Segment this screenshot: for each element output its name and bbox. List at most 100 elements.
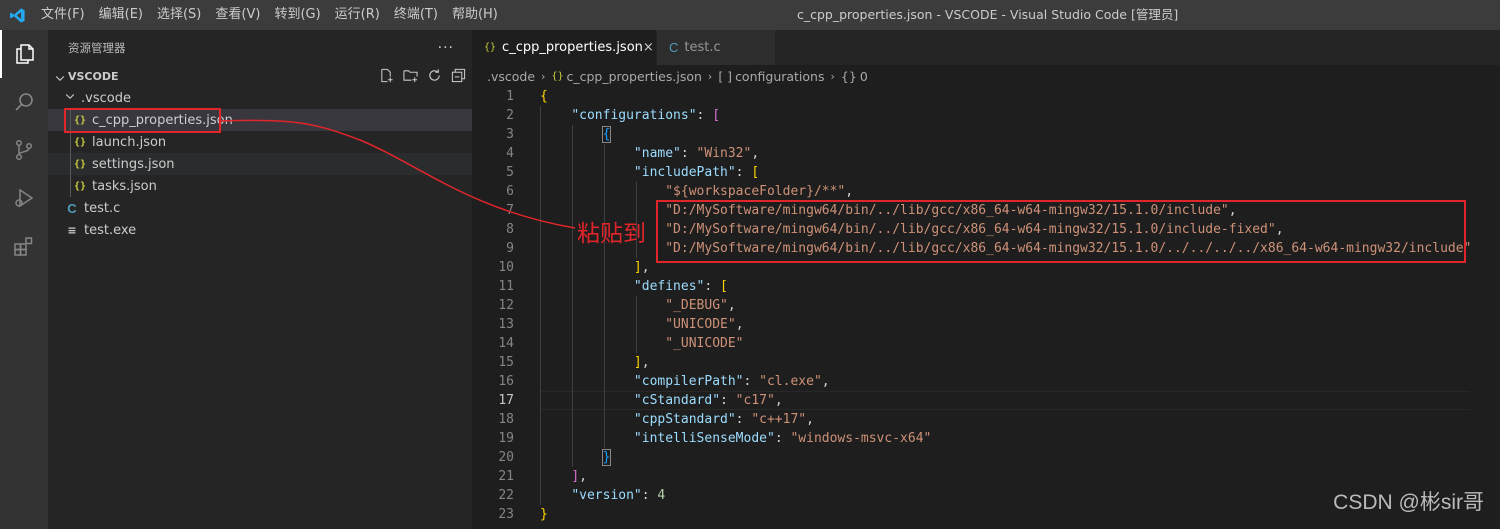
line-number: 6 bbox=[506, 184, 514, 199]
code-line: 21 ], bbox=[472, 467, 1500, 486]
line-number: 14 bbox=[498, 336, 514, 351]
breadcrumb-item[interactable]: .vscode bbox=[487, 69, 535, 84]
menu-go[interactable]: 转到(G) bbox=[267, 0, 327, 30]
indent-guide bbox=[70, 153, 71, 175]
code-line: 4 "name": "Win32", bbox=[472, 144, 1500, 163]
line-number: 22 bbox=[498, 488, 514, 503]
refresh-icon[interactable] bbox=[426, 67, 442, 83]
code-content: "includePath": [ bbox=[633, 165, 760, 180]
tree-folder-vscode[interactable]: .vscode bbox=[48, 87, 472, 109]
line-number: 18 bbox=[498, 412, 514, 427]
line-number: 10 bbox=[498, 260, 514, 275]
line-number: 19 bbox=[498, 431, 514, 446]
tab-label: c_cpp_properties.json bbox=[502, 40, 643, 55]
chevron-down-icon bbox=[54, 69, 66, 88]
c-file-icon: C bbox=[669, 40, 679, 55]
tree-item-label: launch.json bbox=[92, 134, 167, 150]
code-line: 2 "configurations": [ bbox=[472, 106, 1500, 125]
code-line: 5 "includePath": [ bbox=[472, 163, 1500, 182]
watermark: CSDN @彬sir哥 bbox=[1333, 491, 1484, 514]
activity-bar bbox=[0, 30, 48, 529]
indent-guide bbox=[70, 131, 71, 153]
menu-terminal[interactable]: 终端(T) bbox=[387, 0, 445, 30]
chevron-right-icon: › bbox=[707, 69, 713, 83]
collapse-all-icon[interactable] bbox=[450, 67, 466, 83]
search-icon[interactable] bbox=[0, 78, 48, 126]
code-content: "_DEBUG", bbox=[665, 298, 736, 313]
menu-edit[interactable]: 编辑(E) bbox=[92, 0, 150, 30]
tree-item-launch[interactable]: {} launch.json bbox=[48, 131, 472, 153]
explorer-icon[interactable] bbox=[0, 30, 48, 78]
breadcrumb-item[interactable]: 0 bbox=[860, 69, 868, 84]
line-number: 12 bbox=[498, 298, 514, 313]
chevron-right-icon: › bbox=[830, 69, 835, 83]
new-folder-icon[interactable] bbox=[402, 67, 418, 83]
tree-item-test-exe[interactable]: ≡ test.exe bbox=[48, 219, 472, 241]
new-file-icon[interactable] bbox=[378, 67, 394, 83]
line-number: 23 bbox=[498, 507, 514, 522]
line-number: 1 bbox=[506, 89, 514, 104]
annotation-label: 粘贴到 bbox=[577, 221, 646, 247]
annotation-paths-highlight bbox=[656, 200, 1466, 263]
tree-item-settings[interactable]: {} settings.json bbox=[48, 153, 472, 175]
code-line: 6 "${workspaceFolder}/**", bbox=[472, 182, 1500, 201]
tab-c-cpp-properties[interactable]: {} c_cpp_properties.json × bbox=[472, 30, 656, 65]
tree-item-tasks[interactable]: {} tasks.json bbox=[48, 175, 472, 197]
code-content: ], bbox=[571, 469, 587, 484]
code-line: 13 "UNICODE", bbox=[472, 315, 1500, 334]
line-number: 15 bbox=[498, 355, 514, 370]
code-editor[interactable]: 1{ 2 "configurations": [ 3 { 4 "name": "… bbox=[472, 87, 1500, 529]
line-number: 8 bbox=[506, 222, 514, 237]
section-actions bbox=[378, 67, 466, 83]
code-content: "configurations": [ bbox=[571, 108, 721, 123]
menu-view[interactable]: 查看(V) bbox=[208, 0, 267, 30]
breadcrumb-item[interactable]: configurations bbox=[735, 69, 824, 84]
code-line: 19 "intelliSenseMode": "windows-msvc-x64… bbox=[472, 429, 1500, 448]
tab-test-c[interactable]: C test.c bbox=[656, 30, 775, 65]
code-content: "intelliSenseMode": "windows-msvc-x64" bbox=[633, 431, 932, 446]
tree-item-label: test.exe bbox=[84, 222, 137, 238]
editor-tabs: {} c_cpp_properties.json × C test.c bbox=[472, 30, 1500, 65]
code-content: "version": 4 bbox=[571, 488, 666, 503]
line-number: 3 bbox=[506, 127, 514, 142]
line-number: 13 bbox=[498, 317, 514, 332]
chevron-down-icon bbox=[64, 90, 76, 106]
menu-file[interactable]: 文件(F) bbox=[34, 0, 92, 30]
line-number: 11 bbox=[498, 279, 514, 294]
more-actions-icon[interactable]: ··· bbox=[438, 40, 454, 56]
line-number: 9 bbox=[506, 241, 514, 256]
close-icon[interactable]: × bbox=[643, 40, 654, 55]
code-content: "_UNICODE" bbox=[665, 336, 744, 351]
code-content: "name": "Win32", bbox=[633, 146, 760, 161]
tree-item-test-c[interactable]: C test.c bbox=[48, 197, 472, 219]
run-debug-icon[interactable] bbox=[0, 174, 48, 222]
menu-run[interactable]: 运行(R) bbox=[328, 0, 387, 30]
window-title: c_cpp_properties.json - VSCODE - Visual … bbox=[797, 7, 1179, 22]
source-control-icon[interactable] bbox=[0, 126, 48, 174]
json-file-icon: {} bbox=[73, 180, 87, 192]
code-line-current: 17 "cStandard": "c17", bbox=[472, 391, 1500, 410]
menu-help[interactable]: 帮助(H) bbox=[445, 0, 505, 30]
breadcrumb-item[interactable]: c_cpp_properties.json bbox=[566, 69, 701, 84]
explorer-sidebar: 资源管理器 ··· VSCODE .vscode {} c_cpp_proper… bbox=[48, 30, 472, 529]
json-file-icon: {} bbox=[73, 158, 87, 170]
code-content: "compilerPath": "cl.exe", bbox=[633, 374, 830, 389]
line-number: 21 bbox=[498, 469, 514, 484]
tab-label: test.c bbox=[684, 40, 721, 55]
object-symbol-icon: {} bbox=[840, 68, 857, 84]
code-line: 1{ bbox=[472, 87, 1500, 106]
workspace-section-header[interactable]: VSCODE bbox=[48, 65, 472, 87]
code-content: ], bbox=[633, 355, 650, 370]
tree-item-label: settings.json bbox=[92, 156, 175, 172]
code-content: { bbox=[540, 89, 548, 104]
breadcrumb: .vscode › {} c_cpp_properties.json › [ ]… bbox=[472, 65, 1500, 87]
code-line: 15 ], bbox=[472, 353, 1500, 372]
menu-selection[interactable]: 选择(S) bbox=[150, 0, 208, 30]
code-content: "${workspaceFolder}/**", bbox=[665, 184, 854, 199]
json-file-icon: {} bbox=[551, 70, 564, 82]
extensions-icon[interactable] bbox=[0, 222, 48, 270]
line-number: 20 bbox=[498, 450, 514, 465]
code-content: ], bbox=[633, 260, 650, 275]
code-content: "defines": [ bbox=[633, 279, 728, 294]
code-line: 14 "_UNICODE" bbox=[472, 334, 1500, 353]
